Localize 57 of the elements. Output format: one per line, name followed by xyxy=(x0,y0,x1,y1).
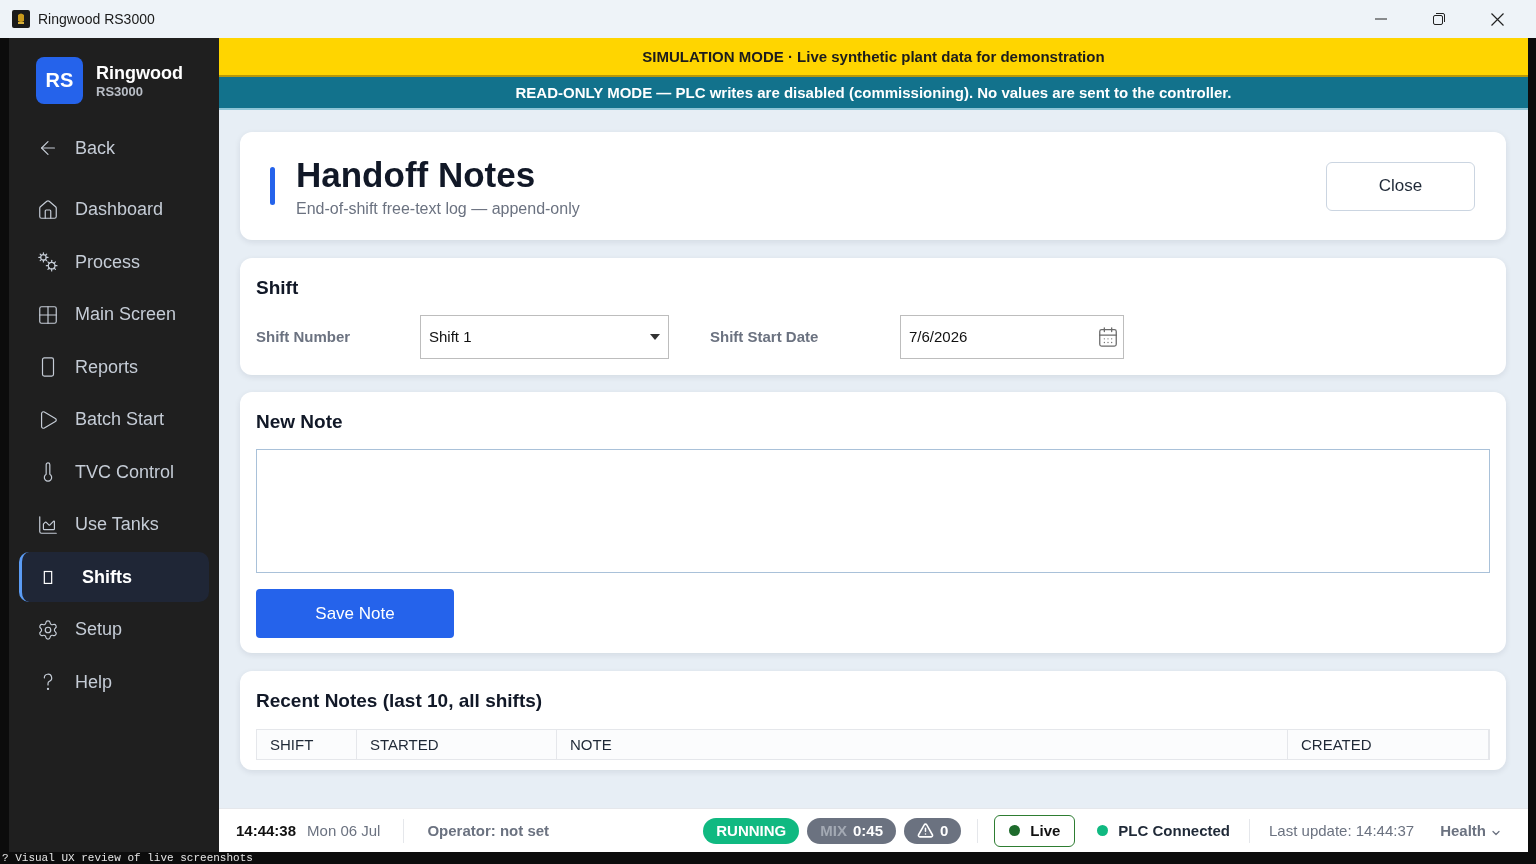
restore-icon xyxy=(1433,13,1445,25)
sidebar-item[interactable]: Shifts xyxy=(19,552,209,602)
sidebar-item[interactable]: TVC Control xyxy=(19,447,209,497)
logo-tile: RS xyxy=(36,57,83,104)
health-menu[interactable]: Health xyxy=(1440,822,1502,839)
terminal-line: ? Visual UX review of live screenshots xyxy=(1,852,254,864)
live-button[interactable]: Live xyxy=(994,814,1076,847)
minimize-icon xyxy=(1375,18,1387,20)
sidebar-item[interactable]: Process xyxy=(19,237,209,287)
save-note-button[interactable]: Save Note xyxy=(256,589,454,638)
settings-icon xyxy=(37,618,59,641)
section-heading: New Note xyxy=(256,410,344,434)
column-header: CREATED xyxy=(1288,729,1489,759)
field-label: Shift Number xyxy=(256,328,352,345)
calendar-icon[interactable] xyxy=(1097,325,1119,348)
home-icon xyxy=(37,198,59,221)
back-link[interactable]: Back xyxy=(19,123,209,173)
close-icon xyxy=(1490,12,1504,26)
sidebar-item[interactable]: Dashboard xyxy=(19,184,209,235)
mix-badge: MIX 0:45 xyxy=(807,817,896,844)
operator-label: Operator: not set xyxy=(427,822,550,839)
section-heading: Recent Notes (last 10, all shifts) xyxy=(256,688,544,713)
simulation-banner: SIMULATION MODE · Live synthetic plant data for demonstration xyxy=(219,38,1528,77)
column-header: NOTE xyxy=(557,729,1288,759)
gears-icon xyxy=(37,251,59,273)
alarm-badge: 0 xyxy=(904,817,962,844)
field-label: Shift Start Date xyxy=(710,328,820,345)
page-title: Handoff Notes xyxy=(296,154,536,195)
read-only-banner: READ-ONLY MODE — PLC writes are disabled (commissioning). No values are sent to the controller. xyxy=(219,77,1528,110)
sidebar-item[interactable]: Batch Start xyxy=(19,394,209,445)
sidebar-item[interactable]: Reports xyxy=(19,342,209,392)
section-heading: Shift xyxy=(256,275,300,300)
clock-time: 14:44:38 xyxy=(236,822,297,839)
brand-name: Ringwood xyxy=(96,61,183,84)
app-icon xyxy=(12,10,30,28)
note-input[interactable] xyxy=(256,449,1490,573)
accent-bar-icon xyxy=(270,167,275,205)
caret-icon xyxy=(650,333,660,340)
clock-date: Mon 06 Jul xyxy=(307,822,381,839)
grid-icon xyxy=(37,303,59,326)
warning-icon xyxy=(917,822,934,839)
shift-select[interactable]: Shift 1 xyxy=(420,314,669,359)
page-subtitle: End-of-shift free-text log — append-only xyxy=(296,199,580,218)
sidebar-item[interactable]: Setup xyxy=(19,604,209,655)
close-button[interactable]: Close xyxy=(1326,161,1475,211)
window-title: Ringwood RS3000 xyxy=(38,11,155,27)
area-chart-icon xyxy=(37,513,59,536)
brand-model: RS3000 xyxy=(96,83,144,100)
last-update-text: Last update: 14:44:37 xyxy=(1269,822,1415,839)
column-header: SHIFT xyxy=(257,729,357,759)
status-badge: RUNNING xyxy=(703,817,800,844)
sidebar-item[interactable]: Help xyxy=(19,657,209,707)
column-header: STARTED xyxy=(357,729,557,759)
sidebar-item[interactable]: Main Screen xyxy=(19,289,209,340)
date-field[interactable]: 7/6/2026 xyxy=(900,314,1124,359)
sidebar-item[interactable]: Use Tanks xyxy=(19,499,209,550)
connection-status: PLC Connected xyxy=(1097,822,1231,839)
